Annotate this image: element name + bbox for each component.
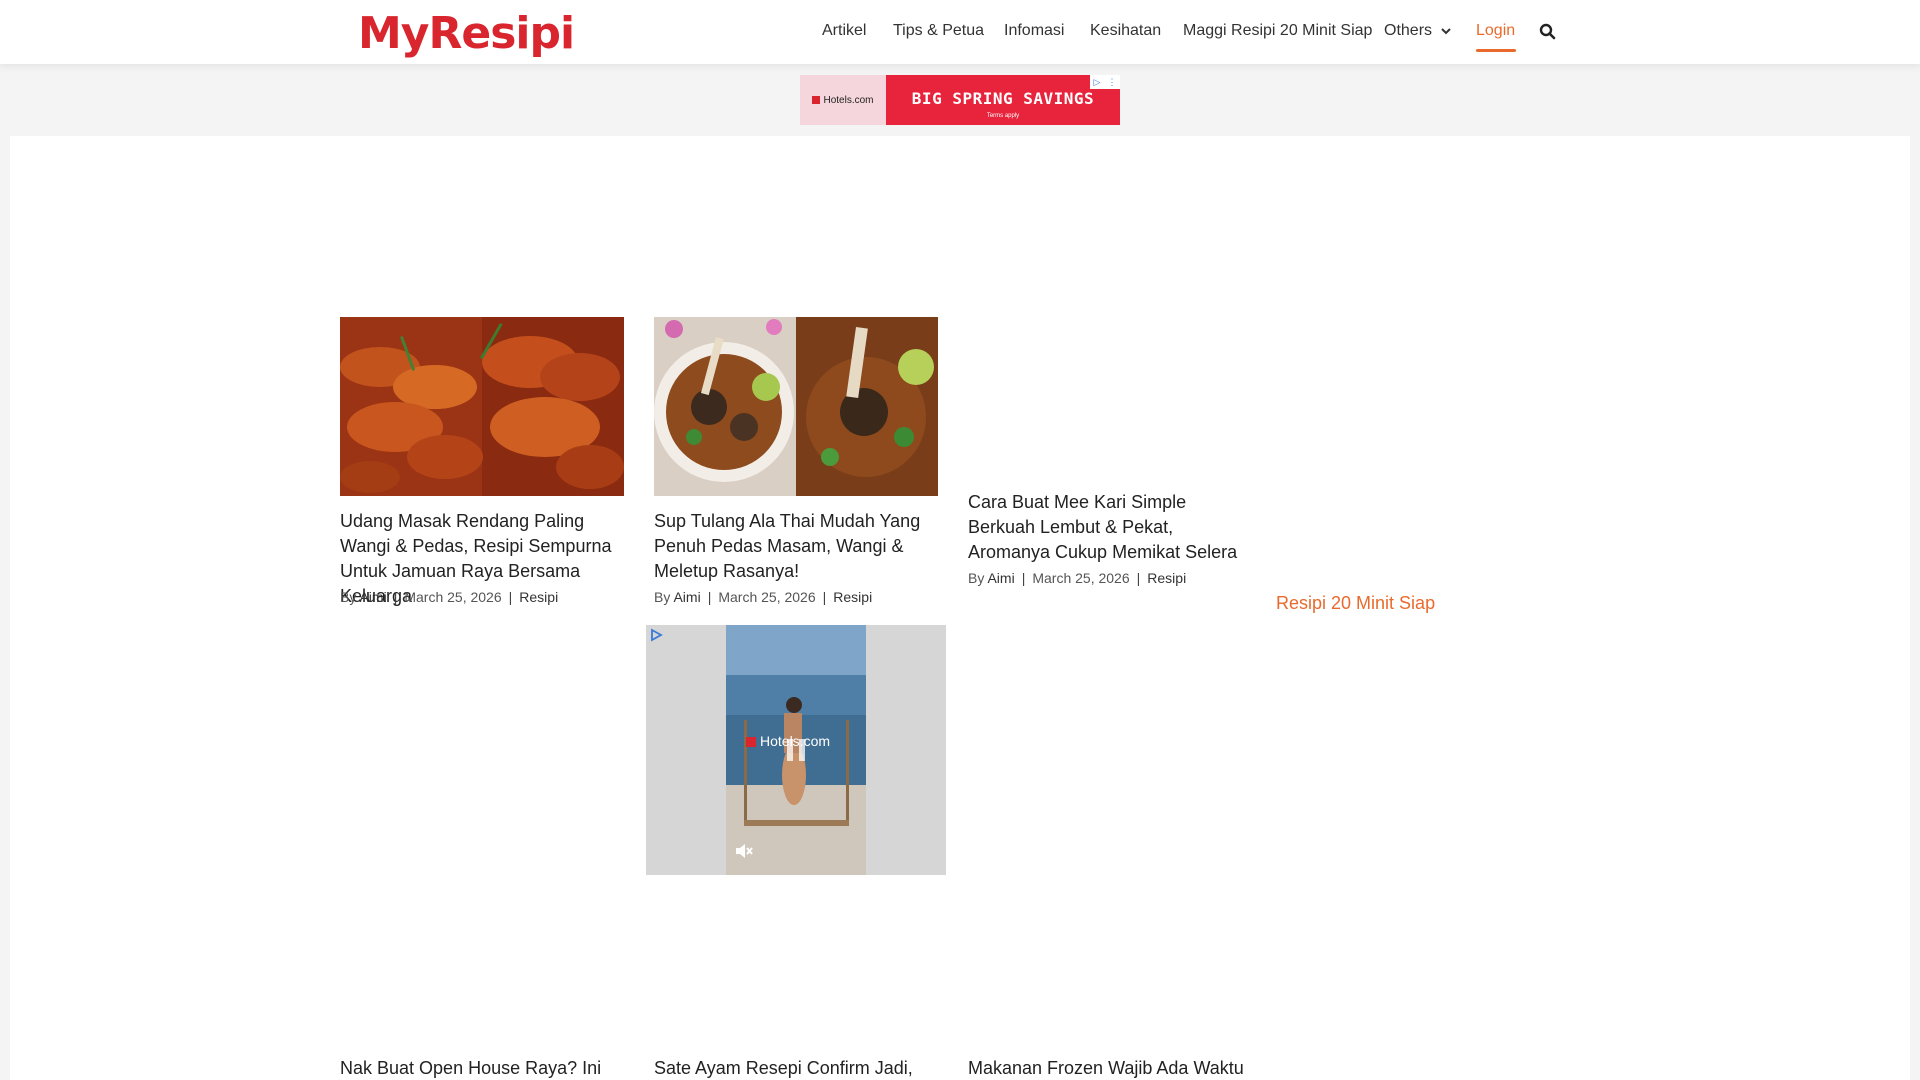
pause-icon[interactable]: [784, 737, 808, 768]
nav-item-maggi-resipi[interactable]: Maggi Resipi 20 Minit Siap: [1183, 22, 1372, 40]
post-title[interactable]: Cara Buat Mee Kari Simple Berkuah Lembut…: [968, 490, 1258, 565]
mute-icon[interactable]: [734, 842, 754, 865]
post-thumbnail-sup-tulang[interactable]: [654, 317, 938, 496]
post-title[interactable]: Makanan Frozen Wajib Ada Waktu: [968, 1056, 1258, 1080]
nav-item-tips-petua[interactable]: Tips & Petua: [893, 22, 984, 40]
meta-by: By: [340, 589, 357, 605]
adchoices-icon[interactable]: ▷: [1094, 77, 1101, 88]
site-header: MyResipi Artikel Tips & Petua Infomasi K…: [0, 0, 1920, 64]
meta-by: By: [654, 589, 671, 605]
hotels-logo-icon: [746, 737, 756, 747]
nav-item-kesihatan[interactable]: Kesihatan: [1090, 22, 1161, 40]
post-meta: By Aimi | March 25, 2026 | Resipi: [654, 589, 873, 605]
sidebar-link-resipi-20-minit[interactable]: Resipi 20 Minit Siap: [1276, 593, 1435, 614]
ad-terms: Terms apply: [986, 113, 1020, 119]
post-category[interactable]: Resipi: [833, 589, 872, 605]
logo-text: MyResipi: [358, 7, 575, 59]
post-author[interactable]: Aimi: [987, 570, 1014, 586]
login-underline: [1476, 49, 1516, 52]
post-author[interactable]: Aimi: [673, 589, 700, 605]
banner-ad[interactable]: Hotels.com BIG SPRING SAVINGS Terms appl…: [800, 75, 1120, 125]
post-category[interactable]: Resipi: [519, 589, 558, 605]
adchoices-icon[interactable]: [649, 628, 663, 647]
nav-item-infomasi[interactable]: Infomasi: [1004, 22, 1064, 40]
post-author[interactable]: Aimi: [359, 589, 386, 605]
post-meta: By Aimi | March 25, 2026 | Resipi: [340, 589, 559, 605]
ad-menu-icon[interactable]: ⋮: [1107, 77, 1116, 88]
post-category[interactable]: Resipi: [1147, 570, 1186, 586]
post-date: March 25, 2026: [718, 589, 816, 605]
post-title[interactable]: Sup Tulang Ala Thai Mudah Yang Penuh Ped…: [654, 509, 944, 584]
search-icon[interactable]: [1539, 23, 1556, 45]
post-thumbnail-udang[interactable]: [340, 317, 624, 496]
ad-brand-box: Hotels.com: [800, 75, 886, 125]
post-title[interactable]: Sate Ayam Resepi Confirm Jadi,: [654, 1056, 944, 1080]
chevron-down-icon[interactable]: [1440, 24, 1452, 42]
video-ad[interactable]: Hotels.com: [646, 625, 946, 875]
post-meta: By Aimi | March 25, 2026 | Resipi: [968, 570, 1187, 586]
main-content: [10, 136, 1910, 1080]
site-logo[interactable]: MyResipi: [358, 7, 575, 59]
login-link[interactable]: Login: [1476, 22, 1515, 40]
ad-choices[interactable]: ▷ ⋮: [1090, 75, 1120, 89]
ad-headline: BIG SPRING SAVINGS: [911, 89, 1095, 108]
post-title[interactable]: Nak Buat Open House Raya? Ini: [340, 1056, 630, 1080]
nav-item-artikel[interactable]: Artikel: [822, 22, 866, 40]
ad-brand: Hotels.com: [823, 94, 874, 106]
hotels-logo-icon: [812, 96, 821, 104]
nav-item-others[interactable]: Others: [1384, 22, 1432, 40]
post-date: March 25, 2026: [1032, 570, 1130, 586]
post-date: March 25, 2026: [404, 589, 502, 605]
meta-by: By: [968, 570, 985, 586]
